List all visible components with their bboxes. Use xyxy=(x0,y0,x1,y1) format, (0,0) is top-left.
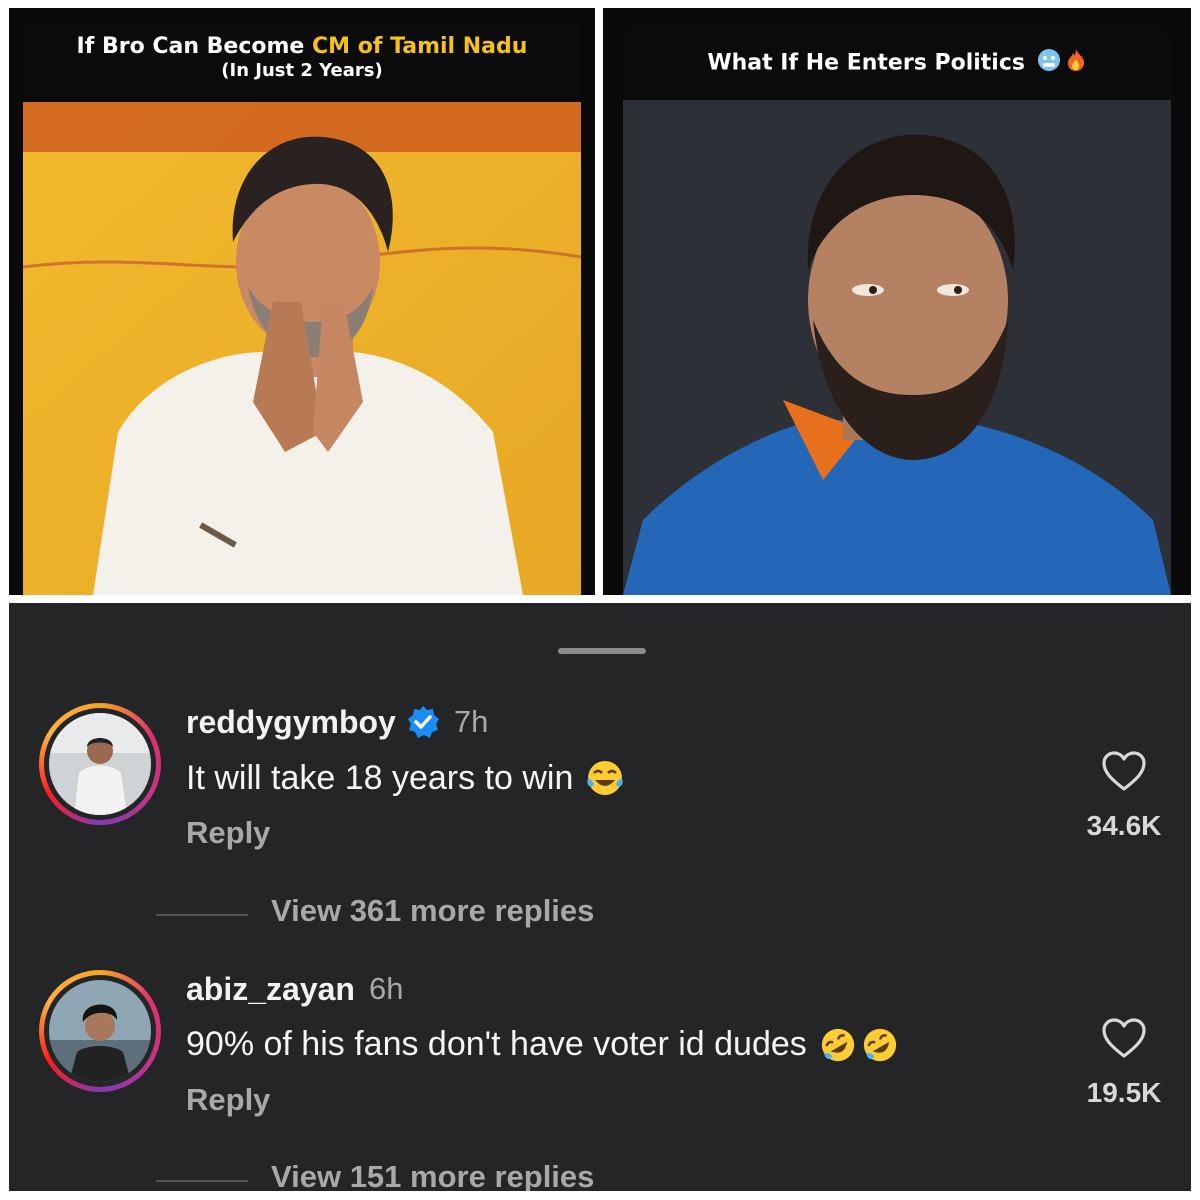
politician-photo xyxy=(23,102,581,595)
cold-face-icon xyxy=(1037,48,1061,79)
view-replies-row[interactable]: View 151 more replies xyxy=(9,1159,1191,1191)
comment-body: It will take 18 years to win xyxy=(186,758,574,797)
right-title-text: What If He Enters Politics xyxy=(707,50,1025,76)
like-count: 19.5K xyxy=(1086,1077,1162,1108)
comment-body: 90% of his fans don't have voter id dude… xyxy=(186,1025,807,1063)
comments-sheet: reddygymboy 7h It will take 18 years to … xyxy=(9,603,1191,1191)
fire-icon xyxy=(1065,48,1087,79)
rolling-laughing-icon xyxy=(861,1026,899,1064)
right-panel-title: What If He Enters Politics xyxy=(623,26,1171,100)
view-replies-row[interactable]: View 361 more replies xyxy=(9,893,1191,937)
cricketer-photo xyxy=(623,100,1171,595)
comment-timestamp: 7h xyxy=(453,704,489,739)
title-subtitle: (In Just 2 Years) xyxy=(221,60,383,81)
tears-of-joy-icon xyxy=(585,758,625,798)
comment-username[interactable]: reddygymboy xyxy=(186,704,396,741)
comment-text: It will take 18 years to win xyxy=(186,758,625,798)
reply-button[interactable]: Reply xyxy=(186,1082,270,1118)
title-highlight: CM of Tamil Nadu xyxy=(312,34,528,59)
view-replies-link[interactable]: View 151 more replies xyxy=(271,1159,594,1191)
comment-username[interactable]: abiz_zayan xyxy=(186,971,355,1008)
comment-text: 90% of his fans don't have voter id dude… xyxy=(186,1025,899,1064)
like-area: 19.5K xyxy=(1069,1017,1179,1109)
avatar[interactable] xyxy=(39,703,161,825)
comment-timestamp: 6h xyxy=(368,971,404,1006)
heart-icon[interactable] xyxy=(1101,750,1147,792)
view-replies-link[interactable]: View 361 more replies xyxy=(271,893,594,929)
avatar[interactable] xyxy=(39,970,161,1092)
like-area: 34.6K xyxy=(1069,750,1179,842)
like-count: 34.6K xyxy=(1086,810,1162,841)
right-meme-panel: What If He Enters Politics xyxy=(603,8,1191,595)
replies-divider xyxy=(156,914,248,916)
verified-badge-icon xyxy=(407,706,439,738)
left-meme-panel: If Bro Can Become CM of Tamil Nadu (In J… xyxy=(9,8,595,595)
title-prefix: If Bro Can Become xyxy=(76,34,305,59)
heart-icon[interactable] xyxy=(1101,1017,1147,1059)
left-panel-title: If Bro Can Become CM of Tamil Nadu (In J… xyxy=(23,22,581,102)
reply-button[interactable]: Reply xyxy=(186,815,270,851)
sheet-drag-handle[interactable] xyxy=(558,648,646,654)
replies-divider xyxy=(156,1180,248,1182)
rolling-laughing-icon xyxy=(819,1026,857,1064)
